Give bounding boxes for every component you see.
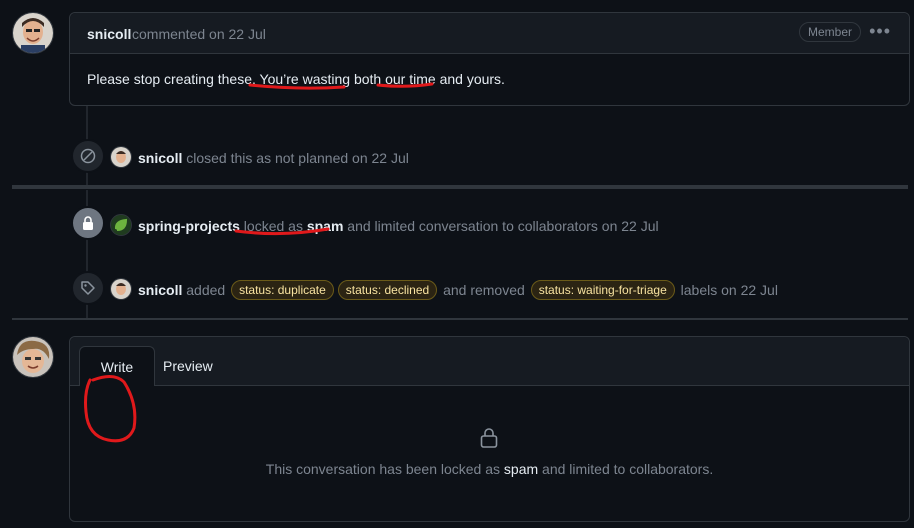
comment-editor: Write Preview This conversation has been… xyxy=(69,336,910,522)
spring-logo-icon[interactable] xyxy=(110,214,132,236)
locked-text: This conversation has been locked as xyxy=(265,461,504,477)
event-description: labels on 22 Jul xyxy=(680,282,778,298)
locked-as-text: locked as xyxy=(243,218,307,234)
event-closed: snicoll closed this as not planned on 22… xyxy=(110,146,409,168)
comment-timestamp[interactable]: commented on 22 Jul xyxy=(132,26,266,42)
tag-icon xyxy=(71,271,105,305)
event-description: added xyxy=(186,282,226,298)
lock-icon xyxy=(71,206,105,240)
event-labeled: snicoll added status: duplicate status: d… xyxy=(110,278,778,300)
tab-write[interactable]: Write xyxy=(79,346,155,386)
event-actor[interactable]: snicoll xyxy=(138,150,182,166)
locked-message: This conversation has been locked as spa… xyxy=(70,461,909,477)
avatar-current-user-icon xyxy=(13,337,53,377)
locked-reason: spam xyxy=(503,461,539,477)
event-description: and removed xyxy=(443,282,525,298)
label-status-duplicate[interactable]: status: duplicate xyxy=(231,280,334,300)
locked-text: and limited to collaborators. xyxy=(538,461,714,477)
avatar-snicoll-icon xyxy=(13,13,53,53)
event-description: closed this as not planned on 22 Jul xyxy=(186,150,409,166)
editor-tabs: Write Preview xyxy=(70,337,909,386)
avatar[interactable] xyxy=(110,146,132,168)
label-status-declined[interactable]: status: declined xyxy=(337,280,438,300)
avatar[interactable] xyxy=(110,278,132,300)
event-actor[interactable]: spring-projects xyxy=(138,218,240,234)
avatar-current-user[interactable] xyxy=(12,336,54,378)
lock-reason: spam xyxy=(306,218,344,234)
comment-header: snicoll commented on 22 Jul Member ••• xyxy=(70,13,909,54)
timeline-divider xyxy=(12,318,908,320)
lock-icon xyxy=(479,427,499,452)
avatar[interactable] xyxy=(12,12,54,54)
event-description: and limited conversation to collaborator… xyxy=(343,218,659,234)
comment-text-underlined: You’re wasting xyxy=(259,71,351,87)
skip-circle-icon xyxy=(71,139,105,173)
comment-box: snicoll commented on 22 Jul Member ••• P… xyxy=(69,12,910,106)
label-status-waiting-for-triage[interactable]: status: waiting-for-triage xyxy=(530,280,675,300)
tab-preview[interactable]: Preview xyxy=(163,346,213,385)
timeline-divider xyxy=(12,185,908,189)
comment-text: Please stop creating these. xyxy=(87,71,260,87)
comment-text: and yours. xyxy=(435,71,505,87)
member-badge: Member xyxy=(798,22,861,42)
comment-text-underlined: our time xyxy=(385,71,436,87)
event-actor[interactable]: snicoll xyxy=(138,282,182,298)
comment-text: both xyxy=(350,71,386,87)
kebab-icon[interactable]: ••• xyxy=(869,21,891,42)
event-locked: spring-projects locked as spam and limit… xyxy=(110,214,659,236)
comment-author[interactable]: snicoll xyxy=(87,26,131,42)
comment-body: Please stop creating these. You’re wasti… xyxy=(87,71,505,87)
